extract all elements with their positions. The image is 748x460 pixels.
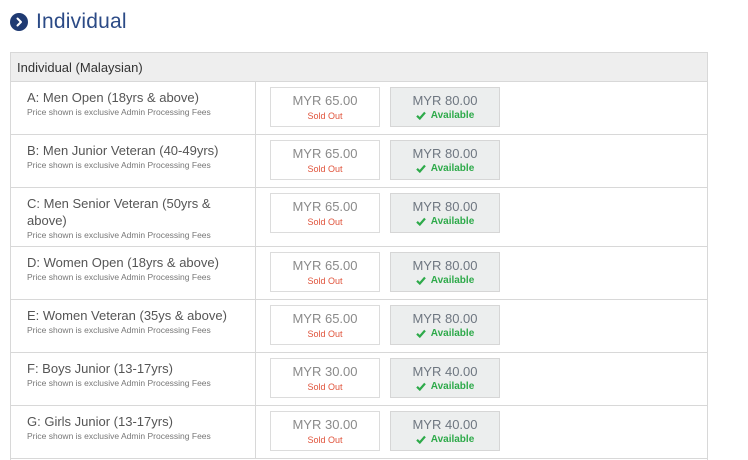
ticket-prices: MYR 65.00 Sold Out MYR 80.00 Available [256,188,707,246]
price-value: MYR 80.00 [412,310,478,326]
price-note: Price shown is exclusive Admin Processin… [27,107,211,117]
price-note: Price shown is exclusive Admin Processin… [27,378,211,388]
page: Individual Individual (Malaysian) A: Men… [0,0,748,460]
available-label: Available [430,274,475,286]
ticket-category: E: Women Veteran (35ys & above) Price sh… [11,300,256,352]
ticket-category: A: Men Open (18yrs & above) Price shown … [11,82,256,134]
price-note: Price shown is exclusive Admin Processin… [27,431,211,441]
category-name: D: Women Open (18yrs & above) [27,255,219,270]
price-value: MYR 80.00 [412,92,478,108]
check-icon [415,276,426,285]
category-name: A: Men Open (18yrs & above) [27,90,199,105]
price-value: MYR 65.00 [292,310,358,326]
ticket-category: D: Women Open (18yrs & above) Price show… [11,247,256,299]
price-value: MYR 30.00 [292,363,358,379]
price-value: MYR 80.00 [412,198,478,214]
sold-out-label: Sold Out [307,381,343,392]
sold-out-label: Sold Out [307,275,343,286]
normal-price-option[interactable]: MYR 80.00 Available [390,305,500,345]
ticket-prices: MYR 65.00 Sold Out MYR 80.00 Available [256,247,707,299]
normal-price-option[interactable]: MYR 80.00 Available [390,252,500,292]
price-value: MYR 80.00 [412,257,478,273]
check-icon [415,111,426,120]
available-label: Available [430,327,475,339]
check-icon [415,435,426,444]
ticket-row: B: Men Junior Veteran (40-49yrs) Price s… [11,135,707,188]
price-note: Price shown is exclusive Admin Processin… [27,272,211,282]
price-value: MYR 65.00 [292,92,358,108]
normal-price-option[interactable]: MYR 80.00 Available [390,140,500,180]
price-note: Price shown is exclusive Admin Processin… [27,160,211,170]
section-header: Individual [10,9,127,35]
early-price-option: MYR 65.00 Sold Out [270,305,380,345]
sold-out-label: Sold Out [307,328,343,339]
ticket-row: E: Women Veteran (35ys & above) Price sh… [11,300,707,353]
price-note: Price shown is exclusive Admin Processin… [27,230,211,240]
sold-out-label: Sold Out [307,110,343,121]
normal-price-option[interactable]: MYR 80.00 Available [390,193,500,233]
early-price-option: MYR 65.00 Sold Out [270,193,380,233]
check-icon [415,329,426,338]
panel-title: Individual (Malaysian) [11,53,707,82]
price-value: MYR 40.00 [412,363,478,379]
ticket-prices: MYR 30.00 Sold Out MYR 40.00 Available [256,353,707,405]
available-label: Available [430,433,475,445]
early-price-option: MYR 65.00 Sold Out [270,252,380,292]
check-icon [415,217,426,226]
price-value: MYR 30.00 [292,416,358,432]
ticket-row: A: Men Open (18yrs & above) Price shown … [11,82,707,135]
category-name: F: Boys Junior (13-17yrs) [27,361,173,376]
ticket-category: B: Men Junior Veteran (40-49yrs) Price s… [11,135,256,187]
ticket-row: F: Boys Junior (13-17yrs) Price shown is… [11,353,707,406]
price-value: MYR 80.00 [412,145,478,161]
chevron-right-circle-icon [10,13,28,31]
category-name: E: Women Veteran (35ys & above) [27,308,227,323]
price-value: MYR 65.00 [292,145,358,161]
ticket-category: C: Men Senior Veteran (50yrs & above) Pr… [11,188,256,246]
section-title: Individual [36,10,127,33]
category-name: C: Men Senior Veteran (50yrs & above) [27,196,211,228]
ticket-category: F: Boys Junior (13-17yrs) Price shown is… [11,353,256,405]
ticket-panel: Individual (Malaysian) A: Men Open (18yr… [10,52,708,460]
early-price-option: MYR 65.00 Sold Out [270,87,380,127]
ticket-category: G: Girls Junior (13-17yrs) Price shown i… [11,406,256,458]
category-name: G: Girls Junior (13-17yrs) [27,414,173,429]
price-note: Price shown is exclusive Admin Processin… [27,325,211,335]
ticket-prices: MYR 30.00 Sold Out MYR 40.00 Available [256,406,707,458]
ticket-row: D: Women Open (18yrs & above) Price show… [11,247,707,300]
check-icon [415,382,426,391]
normal-price-option[interactable]: MYR 40.00 Available [390,411,500,451]
normal-price-option[interactable]: MYR 40.00 Available [390,358,500,398]
price-value: MYR 65.00 [292,257,358,273]
ticket-prices: MYR 65.00 Sold Out MYR 80.00 Available [256,135,707,187]
ticket-prices: MYR 65.00 Sold Out MYR 80.00 Available [256,82,707,134]
available-label: Available [430,215,475,227]
price-value: MYR 65.00 [292,198,358,214]
ticket-prices: MYR 65.00 Sold Out MYR 80.00 Available [256,300,707,352]
early-price-option: MYR 30.00 Sold Out [270,358,380,398]
sold-out-label: Sold Out [307,163,343,174]
ticket-row: G: Girls Junior (13-17yrs) Price shown i… [11,406,707,459]
sold-out-label: Sold Out [307,216,343,227]
ticket-row: C: Men Senior Veteran (50yrs & above) Pr… [11,188,707,247]
early-price-option: MYR 65.00 Sold Out [270,140,380,180]
available-label: Available [430,109,475,121]
price-value: MYR 40.00 [412,416,478,432]
available-label: Available [430,162,475,174]
sold-out-label: Sold Out [307,434,343,445]
category-name: B: Men Junior Veteran (40-49yrs) [27,143,219,158]
available-label: Available [430,380,475,392]
normal-price-option[interactable]: MYR 80.00 Available [390,87,500,127]
check-icon [415,164,426,173]
early-price-option: MYR 30.00 Sold Out [270,411,380,451]
